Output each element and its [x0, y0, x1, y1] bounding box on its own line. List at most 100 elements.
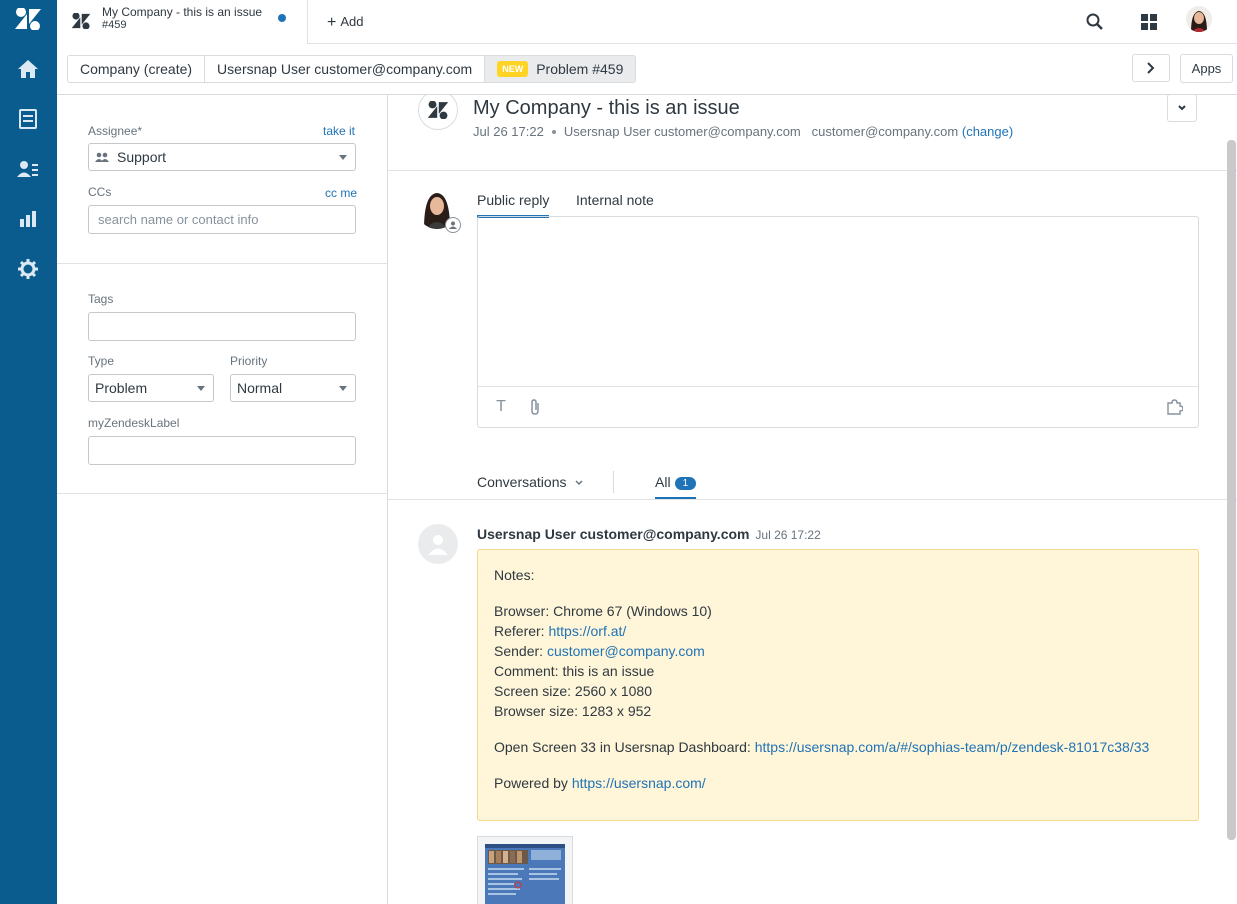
ticket-main: My Company - this is an issue Jul 26 17:…: [388, 95, 1237, 904]
message-time: Jul 26 17:22: [755, 528, 821, 542]
notes-line: Notes:: [494, 567, 535, 583]
ticket-options-button[interactable]: [1167, 95, 1197, 122]
sender-link[interactable]: customer@company.com: [547, 643, 705, 659]
breadcrumb-user[interactable]: Usersnap User customer@company.com: [205, 56, 486, 82]
group-icon: [95, 152, 109, 162]
breadcrumb-organization[interactable]: Company (create): [68, 56, 206, 82]
comment-line: Comment: this is an issue: [494, 663, 655, 679]
apps-puzzle-icon[interactable]: [1166, 398, 1184, 416]
type-label: Type: [88, 354, 115, 368]
open-screen-line: Open Screen 33 in Usersnap Dashboard: ht…: [494, 737, 1182, 757]
open-screen-link[interactable]: https://usersnap.com/a/#/sophias-team/p/…: [755, 739, 1150, 755]
conversations-filter[interactable]: Conversations: [477, 474, 584, 490]
chevron-down-icon: [339, 386, 347, 391]
breadcrumb-ticket-label: Problem #459: [536, 61, 624, 77]
product-tray-icon[interactable]: [1136, 9, 1162, 35]
custom-field-input[interactable]: [88, 436, 356, 465]
tags-label: Tags: [88, 292, 114, 306]
assignee-value: Support: [117, 149, 167, 165]
ticket-tab[interactable]: My Company - this is an issue #459: [57, 0, 308, 44]
apps-button[interactable]: Apps: [1180, 54, 1233, 83]
referer-line: Referer: https://orf.at/: [494, 621, 1182, 641]
chevron-down-icon: [339, 155, 347, 160]
zendesk-logo-icon[interactable]: [14, 7, 42, 31]
chevron-down-icon: [197, 386, 205, 391]
ticket-properties-panel: Assignee* take it Support CCs cc me Tags…: [57, 95, 388, 904]
editor-toolbar: T: [478, 386, 1198, 427]
admin-gear-icon[interactable]: [16, 257, 40, 281]
reply-editor[interactable]: T: [477, 216, 1199, 428]
customers-icon[interactable]: [16, 157, 40, 181]
divider: [388, 170, 1237, 171]
screenshot-attachment[interactable]: [477, 836, 573, 904]
next-ticket-button[interactable]: [1132, 54, 1170, 82]
text-format-icon[interactable]: T: [492, 398, 510, 416]
priority-select[interactable]: Normal: [230, 374, 356, 402]
tab-public-reply[interactable]: Public reply: [477, 192, 550, 218]
chevron-right-icon: [1147, 62, 1155, 74]
ticket-logo-icon: [71, 12, 91, 32]
message-author-name[interactable]: Usersnap User customer@company.com: [477, 526, 750, 542]
type-value: Problem: [95, 380, 148, 396]
ccs-input[interactable]: [88, 205, 356, 234]
powered-label: Powered by: [494, 775, 572, 791]
breadcrumb: Company (create) Usersnap User customer@…: [67, 55, 637, 83]
divider: [613, 471, 614, 493]
breadcrumb-bar: Company (create) Usersnap User customer@…: [57, 44, 1237, 95]
sender-line: Sender: customer@company.com: [494, 641, 1182, 661]
all-count-badge: 1: [674, 477, 697, 490]
home-icon[interactable]: [16, 57, 40, 81]
open-screen-label: Open Screen 33 in Usersnap Dashboard:: [494, 739, 755, 755]
scrollbar[interactable]: [1227, 140, 1236, 840]
user-avatar[interactable]: [1186, 6, 1212, 32]
cc-me-link[interactable]: cc me: [325, 186, 357, 200]
ticket-source-icon: [418, 95, 458, 130]
type-select[interactable]: Problem: [88, 374, 214, 402]
powered-line: Powered by https://usersnap.com/: [494, 773, 1182, 793]
views-icon[interactable]: [16, 107, 40, 131]
tags-input[interactable]: [88, 312, 356, 341]
screenshot-thumbnail: [485, 844, 565, 904]
ticket-title: My Company - this is an issue: [473, 97, 740, 119]
assignee-select[interactable]: Support: [88, 143, 356, 171]
agent-role-icon: [445, 217, 461, 233]
browser-size-line: Browser size: 1283 x 952: [494, 703, 652, 719]
tab-all[interactable]: All 1: [655, 474, 697, 500]
referer-link[interactable]: https://orf.at/: [548, 623, 626, 639]
ticket-date: Jul 26 17:22: [473, 124, 544, 139]
ticket-requester: Usersnap User customer@company.com: [563, 124, 801, 139]
screen-size-line: Screen size: 2560 x 1080: [494, 683, 652, 699]
attachment-icon[interactable]: [526, 398, 544, 416]
sender-label: Sender:: [494, 643, 547, 659]
message-body: Notes: Browser: Chrome 67 (Windows 10) R…: [477, 549, 1199, 821]
custom-field-label: myZendeskLabel: [88, 416, 180, 430]
conversations-filter-label: Conversations: [477, 474, 567, 490]
all-tab-label: All: [655, 474, 671, 490]
reporting-icon[interactable]: [16, 207, 40, 231]
add-tab-button[interactable]: + Add: [327, 13, 363, 31]
message-author: Usersnap User customer@company.com Jul 2…: [477, 526, 821, 542]
top-bar: My Company - this is an issue #459 + Add: [57, 0, 1237, 44]
requester-avatar: [418, 524, 458, 564]
tab-ticket-number: #459: [102, 19, 127, 31]
divider: [57, 263, 387, 264]
plus-icon: +: [327, 14, 337, 31]
browser-line: Browser: Chrome 67 (Windows 10): [494, 603, 712, 619]
priority-value: Normal: [237, 380, 283, 396]
ticket-meta: Jul 26 17:22 Usersnap User customer@compa…: [473, 124, 1013, 139]
change-requester-link[interactable]: (change): [962, 124, 1013, 139]
status-badge: NEW: [497, 61, 529, 77]
search-icon[interactable]: [1082, 9, 1108, 35]
powered-link[interactable]: https://usersnap.com/: [572, 775, 706, 791]
take-it-link[interactable]: take it: [323, 124, 355, 138]
tab-internal-note[interactable]: Internal note: [576, 192, 654, 215]
divider: [57, 493, 387, 494]
divider: [388, 499, 1237, 500]
separator-dot: [551, 130, 556, 134]
add-label: Add: [340, 14, 364, 29]
referer-label: Referer:: [494, 623, 549, 639]
breadcrumb-ticket[interactable]: NEW Problem #459: [485, 56, 636, 82]
tab-title: My Company - this is an issue: [102, 5, 263, 19]
assignee-label: Assignee*: [88, 124, 143, 138]
unsaved-dot-icon: [278, 14, 286, 22]
